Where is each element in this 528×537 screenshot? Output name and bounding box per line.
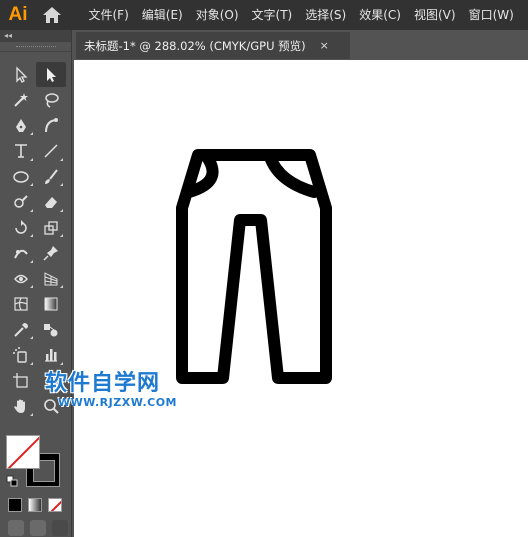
free-transform-icon bbox=[14, 274, 28, 283]
perspective-grid-tool[interactable] bbox=[36, 266, 66, 291]
watermark-url: WWW.RJZXW.COM bbox=[58, 396, 177, 409]
shaper-tool[interactable] bbox=[6, 190, 36, 215]
menu-window[interactable]: 窗口(W) bbox=[462, 0, 520, 30]
pen-icon bbox=[16, 118, 26, 132]
paintbrush-icon bbox=[45, 168, 58, 184]
lasso-icon bbox=[45, 93, 59, 108]
rotate-tool[interactable] bbox=[6, 215, 36, 240]
app-logo: Ai bbox=[8, 4, 28, 25]
menu-object[interactable]: 对象(O) bbox=[189, 0, 245, 30]
color-mode-buttons bbox=[8, 498, 62, 512]
panel-collapse-button[interactable]: ◂◂ bbox=[0, 30, 71, 42]
shaper-icon bbox=[14, 195, 28, 208]
perspective-grid-icon bbox=[44, 271, 58, 285]
eraser-icon bbox=[45, 197, 57, 208]
menu-effect[interactable]: 效果(C) bbox=[353, 0, 408, 30]
pin-icon bbox=[43, 246, 58, 261]
ellipse-icon bbox=[13, 170, 29, 183]
eyedropper-icon bbox=[14, 322, 28, 337]
menu-edit[interactable]: 编辑(E) bbox=[135, 0, 189, 30]
fill-stroke-control bbox=[6, 435, 62, 491]
magic-wand-tool[interactable] bbox=[6, 88, 36, 113]
none-color-icon bbox=[7, 436, 39, 468]
hand-tool[interactable] bbox=[6, 394, 36, 419]
menu-select[interactable]: 选择(S) bbox=[299, 0, 353, 30]
symbol-sprayer-tool[interactable] bbox=[6, 343, 36, 368]
gradient-mode-button[interactable] bbox=[28, 498, 42, 512]
lasso-tool[interactable] bbox=[36, 88, 66, 113]
column-graph-tool[interactable] bbox=[36, 343, 66, 368]
blend-icon bbox=[44, 323, 58, 336]
puppet-warp-tool[interactable] bbox=[6, 241, 36, 266]
watermark-title: 软件自学网 bbox=[45, 371, 161, 396]
rotate-icon bbox=[15, 219, 27, 234]
eyedropper-tool[interactable] bbox=[6, 317, 36, 342]
hand-icon bbox=[14, 399, 25, 413]
gradient-icon bbox=[44, 297, 58, 311]
menu-file[interactable]: 文件(F) bbox=[82, 0, 135, 30]
curvature-tool[interactable] bbox=[36, 113, 66, 138]
draw-inside-button[interactable] bbox=[52, 520, 68, 536]
selection-tool[interactable] bbox=[36, 62, 66, 87]
menu-bar: Ai 文件(F) 编辑(E) 对象(O) 文字(T) 选择(S) 效果(C) 视… bbox=[0, 0, 528, 30]
pants-artwork[interactable] bbox=[74, 60, 528, 537]
magic-wand-icon bbox=[14, 93, 28, 107]
artboard-tool[interactable] bbox=[6, 368, 36, 393]
symbol-sprayer-icon bbox=[13, 347, 27, 363]
pin-tool[interactable] bbox=[36, 241, 66, 266]
type-tool[interactable] bbox=[6, 139, 36, 164]
direct-selection-icon bbox=[16, 65, 28, 83]
home-icon[interactable] bbox=[36, 0, 68, 30]
panel-grip[interactable] bbox=[0, 42, 71, 52]
tools-panel: ◂◂ bbox=[0, 30, 72, 537]
draw-mode-buttons bbox=[8, 520, 68, 536]
menu-view[interactable]: 视图(V) bbox=[407, 0, 462, 30]
color-mode-button[interactable] bbox=[8, 498, 22, 512]
eraser-tool[interactable] bbox=[36, 190, 66, 215]
puppet-warp-icon bbox=[14, 249, 28, 259]
menu-type[interactable]: 文字(T) bbox=[245, 0, 299, 30]
gradient-tool[interactable] bbox=[36, 292, 66, 317]
artboard-canvas[interactable] bbox=[74, 60, 528, 537]
blend-tool[interactable] bbox=[36, 317, 66, 342]
curvature-icon bbox=[45, 117, 58, 132]
artboard-icon bbox=[13, 372, 28, 388]
menu-items: 文件(F) 编辑(E) 对象(O) 文字(T) 选择(S) 效果(C) 视图(V… bbox=[82, 0, 520, 30]
draw-behind-button[interactable] bbox=[30, 520, 46, 536]
none-icon bbox=[50, 500, 61, 511]
none-mode-button[interactable] bbox=[48, 498, 62, 512]
line-icon bbox=[44, 144, 58, 158]
draw-normal-button[interactable] bbox=[8, 520, 24, 536]
document-tab[interactable]: 未标题-1* @ 288.02% (CMYK/GPU 预览) × bbox=[76, 32, 350, 59]
close-tab-icon[interactable]: × bbox=[320, 39, 329, 52]
column-graph-icon bbox=[45, 349, 57, 362]
line-segment-tool[interactable] bbox=[36, 139, 66, 164]
ellipse-tool[interactable] bbox=[6, 164, 36, 189]
scale-icon bbox=[44, 220, 58, 235]
paintbrush-tool[interactable] bbox=[36, 164, 66, 189]
document-title: 未标题-1* @ 288.02% (CMYK/GPU 预览) bbox=[84, 38, 306, 53]
mesh-tool[interactable] bbox=[6, 292, 36, 317]
selection-arrow-icon bbox=[47, 67, 56, 82]
fill-swatch[interactable] bbox=[6, 435, 40, 469]
free-transform-tool[interactable] bbox=[6, 266, 36, 291]
default-colors-icon[interactable] bbox=[6, 475, 18, 487]
pen-tool[interactable] bbox=[6, 113, 36, 138]
scale-tool[interactable] bbox=[36, 215, 66, 240]
direct-selection-tool[interactable] bbox=[6, 62, 36, 87]
type-icon bbox=[15, 144, 27, 158]
mesh-icon bbox=[14, 297, 28, 311]
